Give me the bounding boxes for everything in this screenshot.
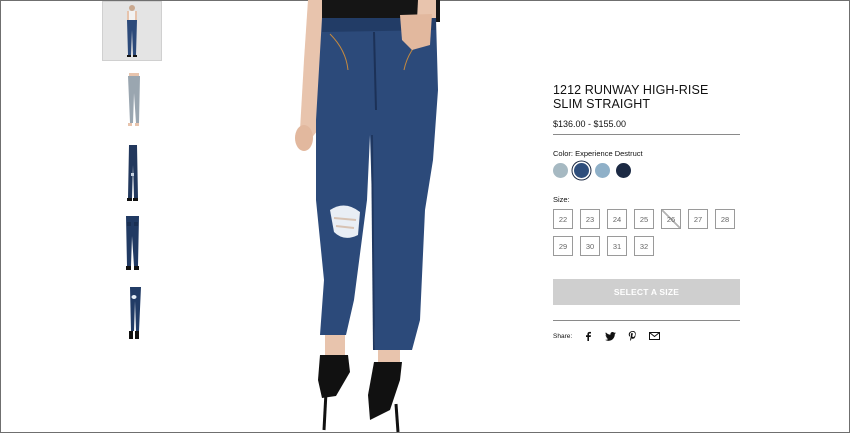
main-product-image xyxy=(250,0,490,433)
color-swatches xyxy=(553,163,631,178)
thumbnail-back-view[interactable] xyxy=(102,214,162,274)
thumbnail-image xyxy=(127,145,138,201)
thumbnail-side-view[interactable] xyxy=(102,143,162,203)
share-bar: Share: xyxy=(553,330,660,342)
divider xyxy=(553,320,740,321)
size-option-29[interactable]: 29 xyxy=(553,236,573,256)
size-option-28[interactable]: 28 xyxy=(715,209,735,229)
swatch-experience-destruct[interactable] xyxy=(574,163,589,178)
size-option-25[interactable]: 25 xyxy=(634,209,654,229)
twitter-icon[interactable] xyxy=(604,330,616,342)
jeans-model-illustration xyxy=(295,0,440,433)
size-label: Size: xyxy=(553,195,570,204)
size-option-22[interactable]: 22 xyxy=(553,209,573,229)
size-option-31[interactable]: 31 xyxy=(607,236,627,256)
thumbnail-front-full-view[interactable] xyxy=(102,1,162,61)
select-a-size-button[interactable]: SELECT A SIZE xyxy=(553,279,740,305)
size-options: 22 23 24 25 26 27 28 29 30 31 32 xyxy=(553,209,743,256)
divider xyxy=(553,134,740,135)
swatch-light-wash[interactable] xyxy=(553,163,568,178)
thumbnail-image xyxy=(127,5,137,57)
thumbnail-detail-view[interactable] xyxy=(102,285,162,345)
product-price: $136.00 - $155.00 xyxy=(553,119,627,129)
size-option-30[interactable]: 30 xyxy=(580,236,600,256)
thumbnail-image xyxy=(126,216,139,270)
size-option-26[interactable]: 26 xyxy=(661,209,681,229)
swatch-dark-wash[interactable] xyxy=(616,163,631,178)
size-option-32[interactable]: 32 xyxy=(634,236,654,256)
email-icon[interactable] xyxy=(648,330,660,342)
color-label: Color: Experience Destruct xyxy=(553,149,643,158)
pinterest-icon[interactable] xyxy=(626,330,638,342)
size-option-23[interactable]: 23 xyxy=(580,209,600,229)
product-title: 1212 RUNWAY HIGH-RISE SLIM STRAIGHT xyxy=(553,83,709,111)
size-option-24[interactable]: 24 xyxy=(607,209,627,229)
swatch-mid-wash[interactable] xyxy=(595,163,610,178)
thumbnail-image xyxy=(128,73,140,126)
size-option-27[interactable]: 27 xyxy=(688,209,708,229)
thumbnail-image xyxy=(129,287,141,339)
facebook-icon[interactable] xyxy=(582,330,594,342)
thumbnail-light-wash-view[interactable] xyxy=(102,72,162,132)
share-label: Share: xyxy=(553,332,573,340)
